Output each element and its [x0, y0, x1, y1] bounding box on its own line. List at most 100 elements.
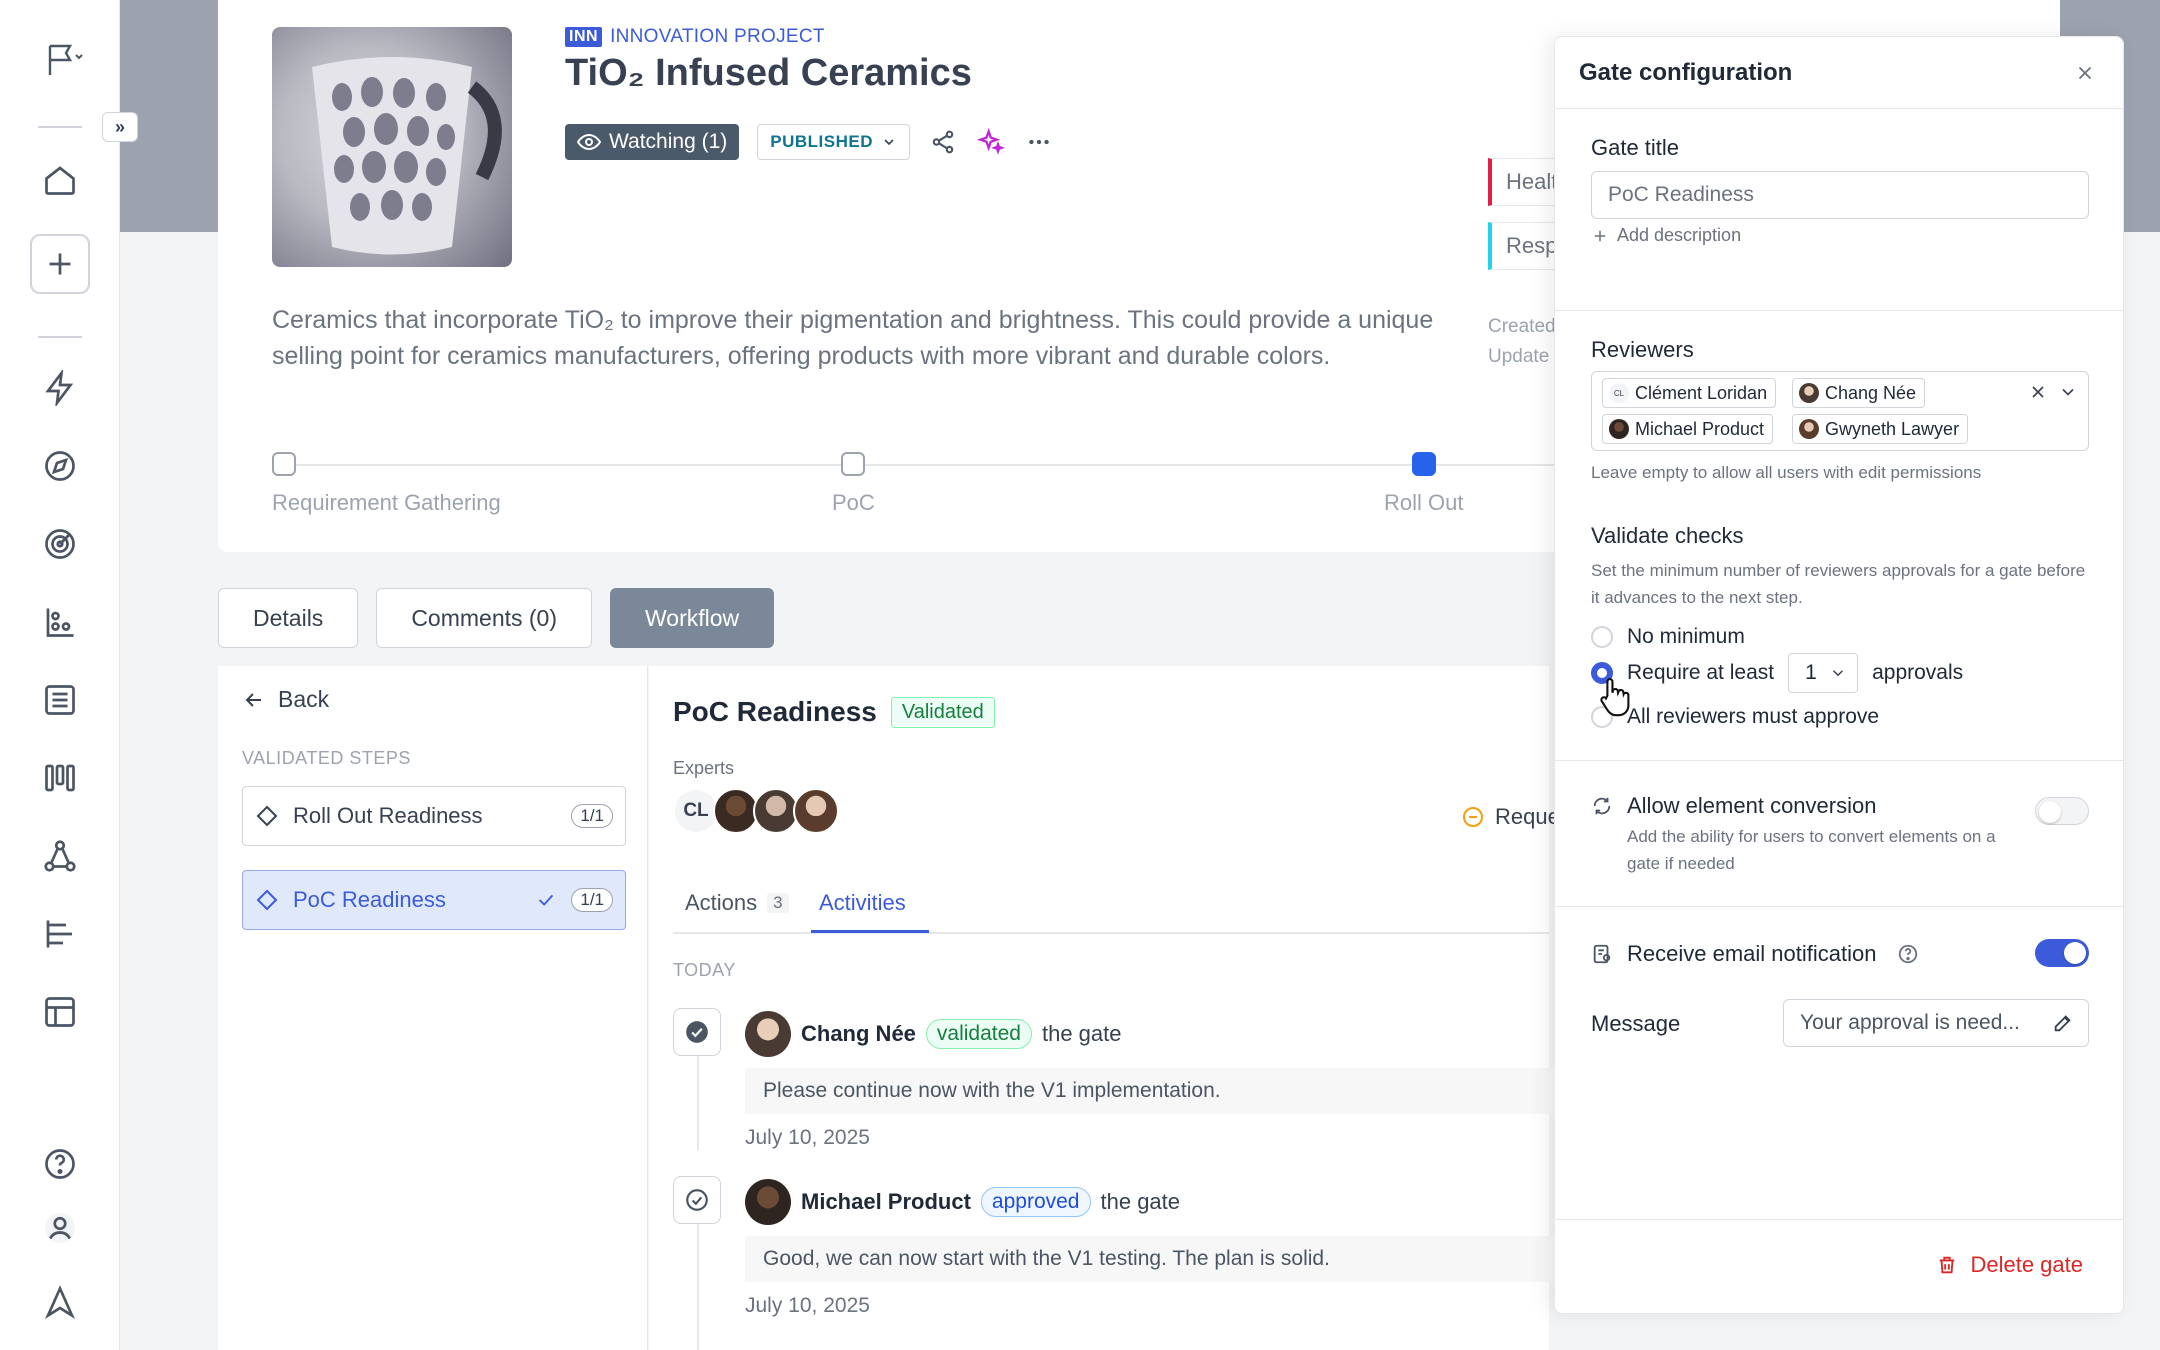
kanban-icon[interactable]	[30, 748, 90, 808]
avatar: CL	[1609, 383, 1629, 403]
phase-step[interactable]: Roll Out	[1384, 452, 1463, 516]
reviewer-chip[interactable]: CL Clément Loridan	[1602, 378, 1777, 408]
phase-dot	[272, 452, 296, 476]
radio-all-reviewers[interactable]: All reviewers must approve	[1591, 705, 1879, 729]
home-icon[interactable]	[30, 150, 90, 210]
lightning-icon[interactable]	[30, 358, 90, 418]
clear-icon[interactable]	[2028, 382, 2048, 402]
chart-icon[interactable]	[30, 592, 90, 652]
reviewers-help: Leave empty to allow all users with edit…	[1591, 463, 1982, 482]
radio-button[interactable]	[1591, 626, 1613, 648]
conversion-section: Allow element conversion Add the ability…	[1555, 761, 2123, 907]
reviewer-name: Michael Product	[1635, 418, 1765, 439]
toggle-knob	[2064, 942, 2086, 964]
project-tabs: Details Comments (0) Workflow	[218, 588, 775, 648]
reviewer-chip[interactable]: Gwyneth Lawyer	[1792, 414, 1969, 444]
add-icon[interactable]	[30, 234, 90, 294]
gate-title-input[interactable]	[1591, 171, 2089, 219]
rail-divider	[38, 126, 82, 128]
diamond-icon	[256, 805, 278, 827]
delete-gate-label: Delete gate	[1970, 1252, 2083, 1277]
back-label: Back	[278, 686, 330, 712]
reviewer-chip[interactable]: Michael Product	[1602, 414, 1774, 444]
activity-comment: Good, we can now start with the V1 testi…	[745, 1236, 1565, 1282]
avatar[interactable]	[793, 788, 839, 834]
conversion-toggle[interactable]	[2035, 797, 2089, 825]
add-description-label: Add description	[1617, 225, 1742, 245]
radio-no-minimum[interactable]: No minimum	[1591, 625, 1745, 649]
edit-icon[interactable]	[2052, 1012, 2074, 1034]
activity-action-badge: validated	[925, 1019, 1032, 1049]
reviewer-chip[interactable]: Chang Née	[1792, 378, 1926, 408]
tab-actions[interactable]: Actions 3	[685, 890, 789, 916]
email-notification-label: Receive email notification	[1627, 941, 1877, 966]
ai-sparkle-icon[interactable]	[976, 127, 1006, 157]
layout-icon[interactable]	[30, 982, 90, 1042]
expand-sidebar-button[interactable]: »	[102, 112, 138, 142]
activity-suffix: the gate	[1100, 1189, 1181, 1214]
activity-user[interactable]: Michael Product	[801, 1189, 971, 1215]
help-icon[interactable]	[30, 1134, 90, 1194]
reviewers-select[interactable]: CL Clément Loridan Chang Née Michael Pro…	[1591, 371, 2089, 451]
reviewer-name: Clément Loridan	[1635, 382, 1768, 403]
network-icon[interactable]	[30, 826, 90, 886]
step-item-roll-out-readiness[interactable]: Roll Out Readiness 1/1	[242, 786, 626, 846]
compass-icon[interactable]	[30, 436, 90, 496]
actions-count: 3	[767, 893, 789, 913]
list-icon[interactable]	[30, 670, 90, 730]
close-icon[interactable]	[2071, 59, 2099, 87]
back-button[interactable]: Back	[242, 686, 329, 713]
delete-gate-button[interactable]: Delete gate	[1936, 1252, 2083, 1278]
user-icon[interactable]	[30, 1198, 90, 1258]
add-description-button[interactable]: Add description	[1591, 225, 1741, 246]
step-label: PoC Readiness	[293, 887, 446, 912]
watch-label: Watching (1)	[609, 130, 728, 153]
info-icon[interactable]	[1897, 943, 1919, 965]
chevron-down-icon	[884, 139, 894, 146]
gate-title-label: Gate title	[1591, 135, 1680, 160]
timeline-line	[697, 1222, 699, 1350]
drawer-footer: Delete gate	[1555, 1219, 2123, 1313]
radar-icon[interactable]	[30, 514, 90, 574]
tab-details[interactable]: Details	[218, 588, 359, 648]
project-type: INN INNOVATION PROJECT	[565, 26, 825, 48]
avatar[interactable]	[745, 1179, 791, 1225]
phase-step[interactable]: Requirement Gathering	[272, 452, 501, 516]
activity-user[interactable]: Chang Née	[801, 1021, 916, 1047]
share-icon[interactable]	[928, 127, 958, 157]
status-dropdown[interactable]: PUBLISHED	[757, 124, 910, 160]
min-approvals-select[interactable]: 1	[1788, 653, 1859, 693]
activity-row: Michael Product approved the gate	[745, 1179, 1180, 1225]
avatar	[1609, 419, 1629, 439]
drawer-header: Gate configuration	[1555, 37, 2123, 109]
avatar[interactable]	[745, 1011, 791, 1057]
step-item-poc-readiness[interactable]: PoC Readiness 1/1	[242, 870, 626, 930]
validated-activity-icon	[673, 1008, 721, 1056]
radio-require-at-least[interactable]: Require at least 1 approvals	[1591, 653, 1963, 693]
check-icon	[539, 894, 554, 906]
tab-workflow[interactable]: Workflow	[610, 588, 775, 648]
email-toggle[interactable]	[2035, 939, 2089, 967]
more-icon[interactable]	[1024, 127, 1054, 157]
flag-menu-icon[interactable]	[30, 30, 100, 90]
eye-icon	[577, 133, 601, 151]
approvals-suffix: approvals	[1872, 661, 1964, 684]
reviewers-label: Reviewers	[1591, 337, 1694, 362]
message-input[interactable]: Your approval is need...	[1783, 999, 2089, 1047]
timeline-icon[interactable]	[30, 904, 90, 964]
tab-comments[interactable]: Comments (0)	[376, 588, 593, 648]
experts-avatars: CL	[673, 788, 839, 834]
activity-date: July 10, 2025	[745, 1126, 870, 1149]
phase-dot-active	[1411, 452, 1436, 476]
toggle-knob	[2039, 801, 2061, 823]
logo-icon[interactable]	[30, 1272, 90, 1332]
tab-activities[interactable]: Activities	[819, 890, 906, 916]
phase-step[interactable]: PoC	[832, 452, 875, 516]
project-actions: Watching (1) PUBLISHED	[565, 124, 1054, 160]
project-type-label: INNOVATION PROJECT	[610, 26, 825, 47]
watch-button[interactable]: Watching (1)	[565, 124, 740, 160]
active-tab-underline	[811, 930, 929, 933]
chevron-down-icon[interactable]	[2058, 382, 2078, 402]
arrow-left-icon	[245, 692, 261, 707]
left-rail	[0, 0, 120, 1350]
